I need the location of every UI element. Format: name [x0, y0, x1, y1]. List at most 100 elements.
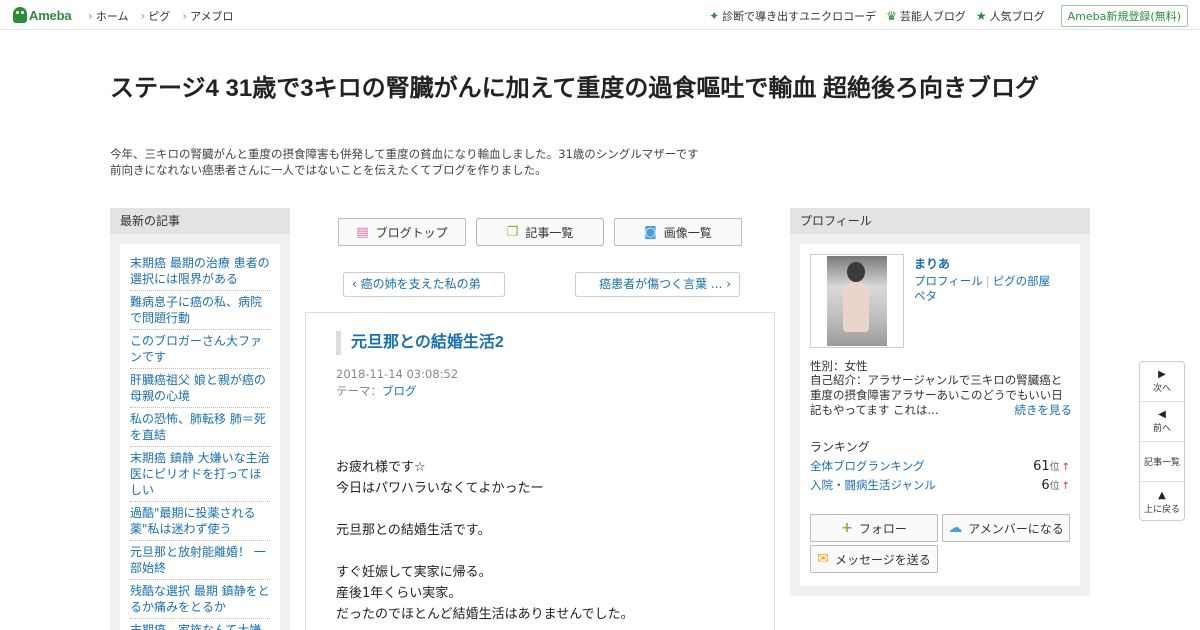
link-separator: | [985, 274, 990, 288]
profile-intro: 自己紹介：アラサージャンルで三キロの腎臓癌と重度の摂食障害アラサーあいこのどうで… [810, 373, 1072, 418]
next-post-button[interactable]: ▶ 次へ [1140, 362, 1184, 402]
article-date: 2018-11-14 03:08:52 [336, 367, 459, 381]
previous-article-title: 癌の姉を支えた私の弟 [360, 277, 481, 291]
nav-home[interactable]: ホーム [88, 8, 129, 24]
ranking-heading: ランキング [810, 440, 870, 454]
ranking-value: 6位 ↑ [1041, 477, 1070, 493]
profile-panel: プロフィール まりあ プロフィール | ピグの部屋 ペタ 性別：女性 自己紹介：アラ… [790, 208, 1090, 596]
ranking-unit: 位 [1049, 462, 1060, 473]
ranking-unit: 位 [1049, 481, 1060, 492]
prev-post-label: 前へ [1152, 424, 1171, 434]
recent-post-item[interactable]: 肝臓癌祖父 娘と親が癌の母親の心境 [130, 369, 270, 408]
article-body-line: 元旦那との結婚生活です。 [336, 523, 491, 538]
profile-photo [827, 256, 887, 346]
blog-top-button[interactable]: ▤ ブログトップ [338, 218, 466, 246]
recent-posts-list: 末期癌 最期の治療 患者の選択には限界がある 難病息子に癌の私、病院で問題行動 … [120, 244, 280, 630]
article-body-line [336, 541, 756, 562]
rank-up-arrow-icon: ↑ [1061, 481, 1070, 492]
nav-pigg[interactable]: ピグ [140, 8, 170, 24]
peta-link[interactable]: ペタ [914, 289, 937, 303]
previous-article-link[interactable]: ‹ 癌の姉を支えた私の弟 [343, 272, 505, 297]
follow-button[interactable]: + フォロー [810, 514, 938, 542]
signup-button[interactable]: Ameba新規登録(無料) [1060, 5, 1188, 27]
recent-post-item[interactable]: 元旦那と放射能離婚！ 一部始終 [130, 541, 270, 580]
recent-posts-panel: 最新の記事 末期癌 最期の治療 患者の選択には限界がある 難病息子に癌の私、病院… [110, 208, 290, 630]
article-body-line [336, 499, 756, 520]
article-list-button[interactable]: ❐ 記事一覧 [476, 218, 604, 246]
article-body-line: だったのでほとんど結婚生活はありませんでした。 [336, 607, 634, 622]
next-article-link[interactable]: 癌患者が傷つく言葉 ... › [575, 272, 740, 297]
image-list-button[interactable]: ◙ 画像一覧 [614, 218, 742, 246]
link-celebrity-blog[interactable]: ♛ 芸能人ブログ [886, 8, 966, 24]
amember-button[interactable]: ☁ アメンバーになる [942, 514, 1070, 542]
profile-heading: プロフィール [790, 208, 1090, 234]
sparkle-icon: ✦ [709, 9, 720, 23]
article-theme-label: テーマ： [336, 384, 382, 398]
ranking-value: 61位 ↑ [1033, 458, 1070, 474]
blog-nav-buttons: ▤ ブログトップ ❐ 記事一覧 ◙ 画像一覧 [338, 218, 752, 246]
ranking-label: 全体ブログランキング [810, 459, 925, 473]
floating-side-nav: ▶ 次へ ◀ 前へ 記事一覧 ▲ 上に戻る [1139, 361, 1185, 521]
ameba-logo-icon [13, 7, 27, 23]
ranking-row-genre[interactable]: 入院・闘病生活ジャンル 6位 ↑ [810, 477, 1070, 493]
chevron-right-icon: › [726, 277, 731, 291]
profile-links: プロフィール | ピグの部屋 ペタ [914, 274, 1064, 304]
link-popular-blog-label: 人気ブログ [989, 10, 1045, 23]
copy-list-icon: ❐ [506, 224, 519, 240]
avatar[interactable] [810, 254, 904, 348]
recent-posts-heading: 最新の記事 [110, 208, 290, 234]
crown-icon: ♛ [886, 9, 897, 23]
nav-ameblo[interactable]: アメブロ [182, 8, 233, 24]
plus-icon: + [841, 520, 853, 536]
chat-bubble-icon: ☁ [948, 520, 963, 536]
profile-name[interactable]: まりあ [914, 255, 950, 272]
article-theme-link[interactable]: ブログ [382, 384, 417, 398]
document-icon: ▤ [356, 224, 369, 240]
recent-post-item[interactable]: 難病息子に癌の私、病院で問題行動 [130, 291, 270, 330]
article-body-line: 産後1年くらい実家。 [336, 586, 462, 601]
recent-post-item[interactable]: このブロガーさん大ファンです [130, 330, 270, 369]
top-right-links: ✦ 診断で導き出すユニクロコーデ ♛ 芸能人ブログ ★ 人気ブログ Ameba新… [709, 5, 1188, 27]
article-title[interactable]: 元旦那との結婚生活2 [336, 331, 504, 355]
link-celebrity-blog-label: 芸能人ブログ [899, 10, 966, 23]
pigg-room-link[interactable]: ピグの部屋 [993, 274, 1051, 288]
recent-post-item[interactable]: 残酷な選択 最期 鎮静をとるか痛みをとるか [130, 580, 270, 619]
ranking-label: 入院・闘病生活ジャンル [810, 478, 936, 492]
recent-post-item[interactable]: 過酷"最期に投薬される薬"私は迷わず使う [130, 502, 270, 541]
recent-post-item[interactable]: 私の恐怖、肺転移 肺＝死を直結 [130, 408, 270, 447]
send-message-button[interactable]: ✉ メッセージを送る [810, 545, 938, 573]
play-left-icon: ◀ [1158, 409, 1166, 420]
side-article-list-label: 記事一覧 [1143, 458, 1180, 468]
recent-post-item[interactable]: 末期癌、家族なんて大嫌 [130, 619, 270, 630]
ameba-logo[interactable]: Ameba [13, 6, 72, 24]
top-nav: ホーム ピグ アメブロ [88, 8, 246, 24]
ranking-row-overall[interactable]: 全体ブログランキング 61位 ↑ [810, 458, 1070, 474]
back-to-top-button[interactable]: ▲ 上に戻る [1140, 482, 1184, 522]
link-uniqlo-coordinate[interactable]: ✦ 診断で導き出すユニクロコーデ [709, 8, 876, 24]
prev-post-button[interactable]: ◀ 前へ [1140, 402, 1184, 442]
article-theme: テーマ：ブログ [336, 383, 417, 399]
camera-icon: ◙ [644, 224, 657, 240]
recent-post-item[interactable]: 末期癌 最期の治療 患者の選択には限界がある [130, 252, 270, 291]
blog-description: 今年、三キロの腎臓がんと重度の摂食障害も併発して重度の貧血になり輸血しました。3… [110, 146, 750, 178]
back-to-top-label: 上に戻る [1143, 504, 1180, 515]
image-list-button-label: 画像一覧 [663, 225, 712, 240]
recent-post-item[interactable]: 末期癌 鎮静 大嫌いな主治医にピリオドを打ってほしい [130, 447, 270, 502]
article-body-line: お疲れ様です☆ [336, 460, 426, 475]
article-body: お疲れ様です☆ 今日はパワハラいなくてよかったー 元旦那との結婚生活です。 すぐ… [336, 457, 756, 625]
link-uniqlo-coordinate-label: 診断で導き出すユニクロコーデ [722, 10, 877, 23]
amember-button-label: アメンバーになる [968, 521, 1064, 536]
profile-box: まりあ プロフィール | ピグの部屋 ペタ 性別：女性 自己紹介：アラサージャンルで… [800, 244, 1080, 586]
profile-gender: 性別：女性 [810, 359, 868, 373]
link-popular-blog[interactable]: ★ 人気ブログ [976, 8, 1045, 24]
side-article-list-button[interactable]: 記事一覧 [1140, 442, 1184, 482]
play-up-icon: ▲ [1158, 489, 1166, 501]
top-header: Ameba ホーム ピグ アメブロ ✦ 診断で導き出すユニクロコーデ ♛ 芸能人… [0, 0, 1200, 30]
blog-description-line: 今年、三キロの腎臓がんと重度の摂食障害も併発して重度の貧血になり輸血しました。3… [110, 147, 699, 161]
follow-button-label: フォロー [858, 521, 907, 536]
article: 元旦那との結婚生活2 2018-11-14 03:08:52 テーマ：ブログ お… [305, 312, 775, 630]
article-body-line: 今日はパワハラいなくてよかったー [336, 481, 544, 496]
profile-link[interactable]: プロフィール [914, 274, 983, 288]
blog-title[interactable]: ステージ4 31歳で3キロの腎臓がんに加えて重度の過食嘔吐で輸血 超絶後ろ向きブ… [110, 73, 1090, 105]
read-more-link[interactable]: 続きを見る [1015, 403, 1073, 418]
